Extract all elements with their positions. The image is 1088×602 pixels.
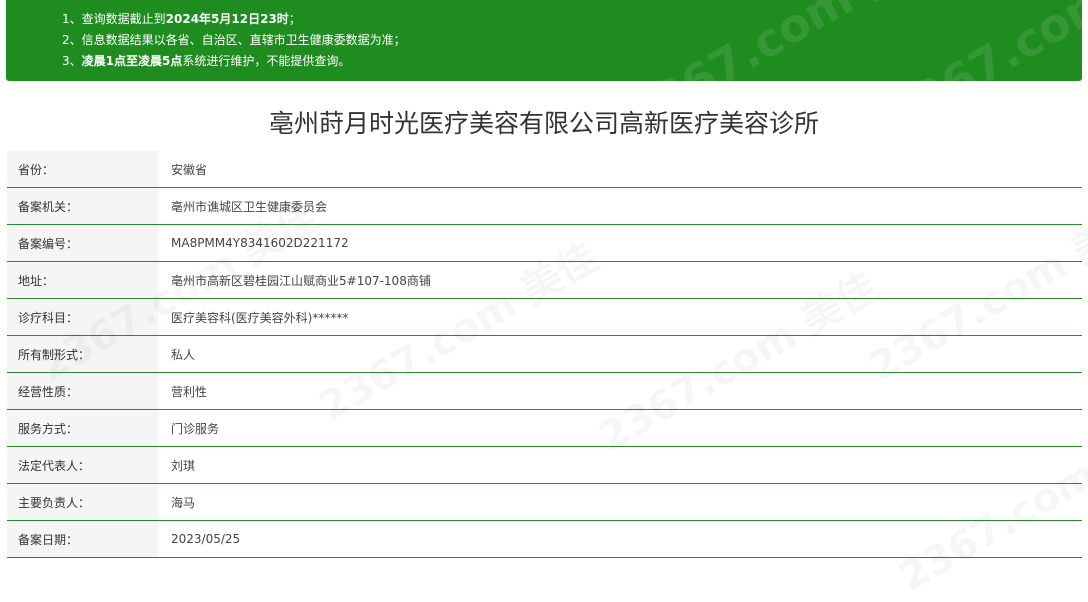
row-key: 备案日期：: [7, 521, 158, 557]
row-value: 私人: [171, 347, 196, 362]
row-value: 营利性: [171, 384, 208, 399]
table-row: 诊疗科目： 医疗美容科(医疗美容外科)******: [7, 299, 1082, 336]
row-key: 备案机关：: [7, 188, 158, 224]
table-row: 地址： 亳州市高新区碧桂园江山赋商业5#107-108商铺: [7, 262, 1082, 299]
row-key: 省份：: [7, 151, 158, 187]
notice-text: 系统进行维护，不能提供查询。: [182, 54, 351, 68]
notice-emphasis: 2024年5月12日23时: [165, 12, 289, 26]
table-row: 法定代表人： 刘琪: [7, 447, 1082, 484]
notice-emphasis: 凌晨1点至凌晨5点: [81, 54, 183, 68]
row-value: MA8PMM4Y8341602D221172: [171, 236, 349, 250]
row-value: 海马: [171, 495, 196, 510]
row-value: 医疗美容科(医疗美容外科)******: [171, 310, 349, 325]
row-key: 服务方式：: [7, 410, 158, 446]
table-row: 经营性质： 营利性: [7, 373, 1082, 410]
notice-banner: 1、查询数据截止到2024年5月12日23时； 2、信息数据结果以各省、自治区、…: [6, 0, 1082, 81]
table-row: 备案编号： MA8PMM4Y8341602D221172: [7, 225, 1082, 262]
table-row: 主要负责人： 海马: [7, 484, 1082, 521]
notice-line-2: 2、信息数据结果以各省、自治区、直辖市卫生健康委数据为准；: [62, 33, 406, 47]
row-value: 亳州市高新区碧桂园江山赋商业5#107-108商铺: [171, 273, 431, 288]
table-row: 备案日期： 2023/05/25: [7, 521, 1082, 558]
page-title: 亳州莳月时光医疗美容有限公司高新医疗美容诊所: [268, 109, 819, 138]
row-key: 法定代表人：: [7, 447, 158, 483]
notice-text: 1、查询数据截止到: [62, 12, 166, 26]
info-table: 省份： 安徽省 备案机关： 亳州市谯城区卫生健康委员会 备案编号： MA8PMM4Y8…: [7, 151, 1082, 558]
notice-line-1: 1、查询数据截止到2024年5月12日23时；: [62, 9, 1082, 30]
row-value: 亳州市谯城区卫生健康委员会: [171, 199, 328, 214]
row-value: 安徽省: [171, 162, 208, 177]
row-key: 备案编号：: [7, 225, 158, 261]
row-key: 地址：: [7, 262, 158, 298]
row-value: 门诊服务: [171, 421, 220, 436]
notice-line-3: 3、凌晨1点至凌晨5点系统进行维护，不能提供查询。: [62, 51, 1082, 72]
table-row: 省份： 安徽省: [7, 151, 1082, 188]
row-key: 所有制形式：: [7, 336, 158, 372]
table-row: 所有制形式： 私人: [7, 336, 1082, 373]
notice-text: ；: [288, 12, 301, 26]
row-value: 刘琪: [171, 458, 196, 473]
row-key: 主要负责人：: [7, 484, 158, 520]
notice-text: 3、: [62, 54, 82, 68]
table-row: 备案机关： 亳州市谯城区卫生健康委员会: [7, 188, 1082, 225]
row-value: 2023/05/25: [171, 532, 241, 546]
row-key: 经营性质：: [7, 373, 158, 409]
row-key: 诊疗科目：: [7, 299, 158, 335]
table-row: 服务方式： 门诊服务: [7, 410, 1082, 447]
